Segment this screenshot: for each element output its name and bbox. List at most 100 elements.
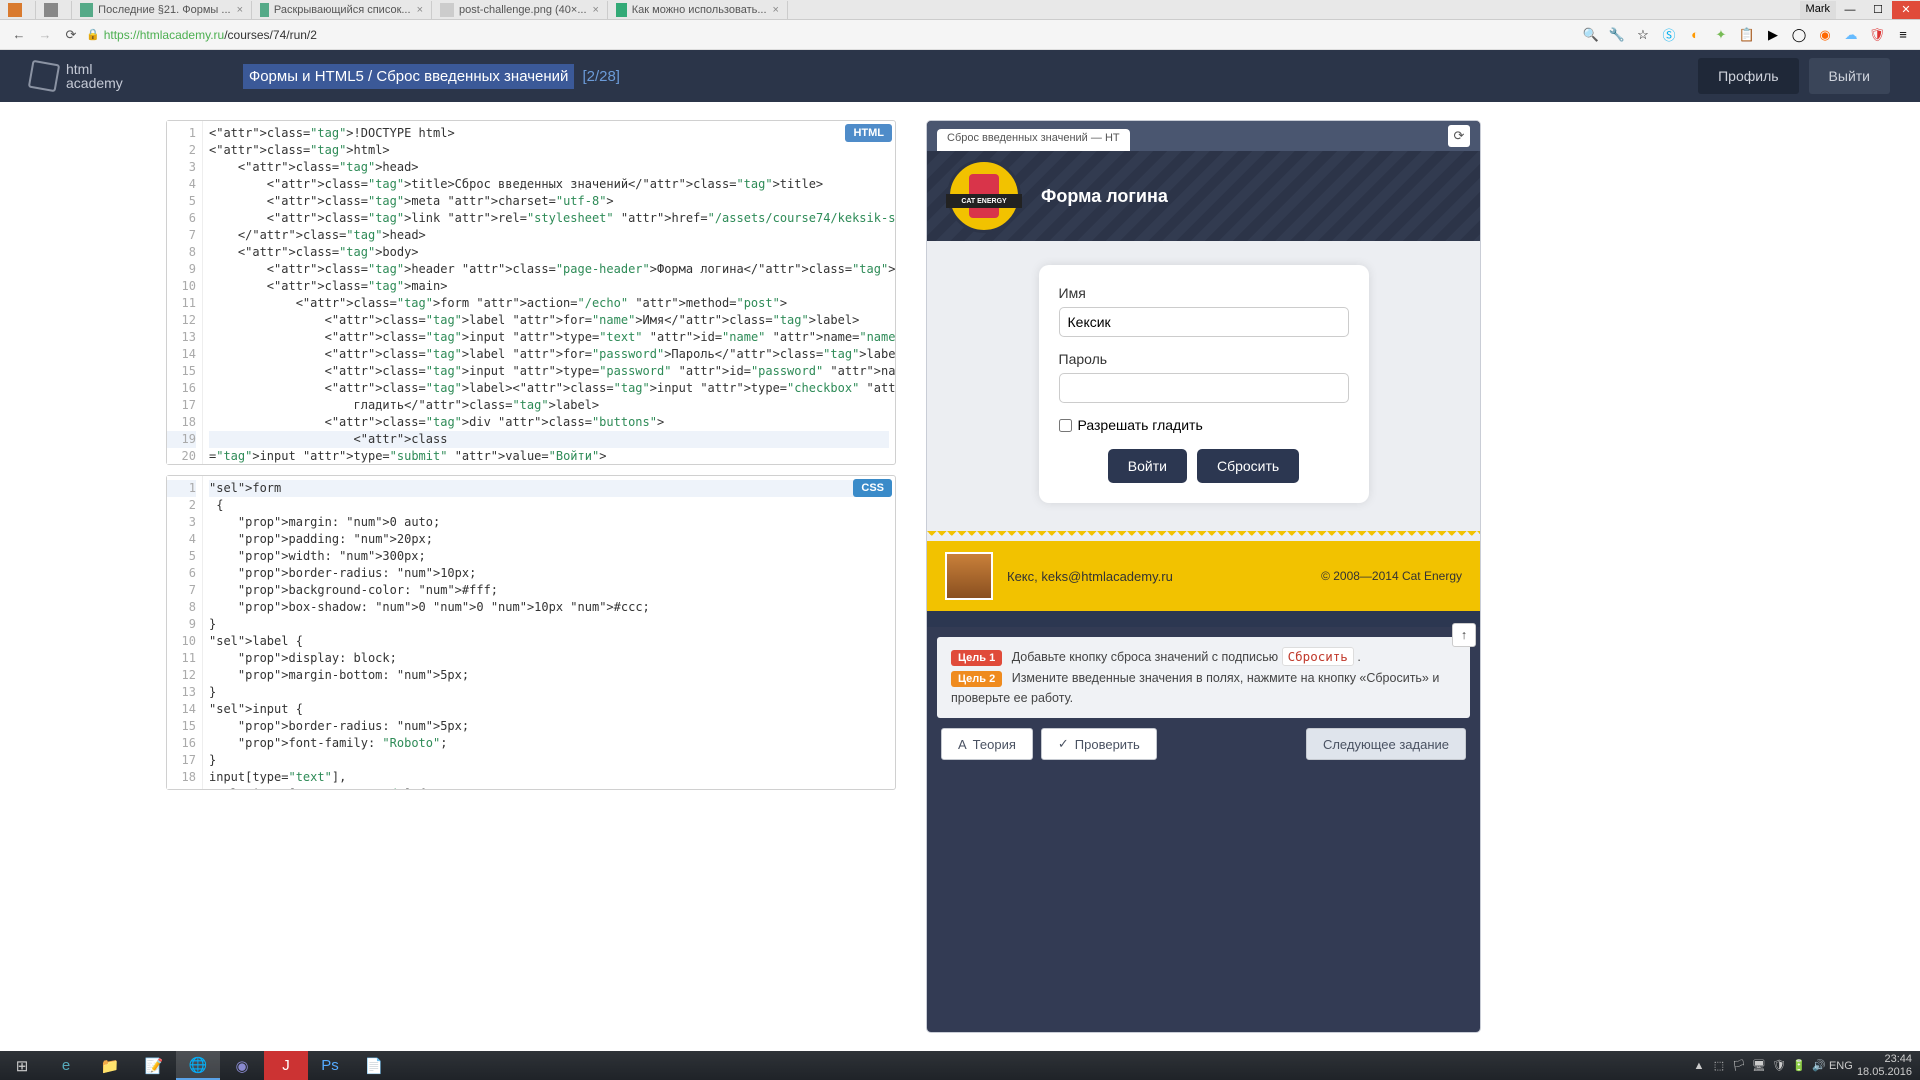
tray-icon[interactable]: 🖥	[1749, 1059, 1769, 1072]
avatar	[945, 552, 993, 600]
windows-taskbar: ⊞ e 📁 📝 🌐 ◉ J Ps 📄 ▲ ⬚ 🏳 🖥 🛡 🔋 🔊 ENG 23:…	[0, 1051, 1920, 1080]
preview-footer: Кекс, keks@htmlacademy.ru © 2008—2014 Ca…	[927, 541, 1480, 611]
password-input[interactable]	[1059, 373, 1349, 403]
window-minimize-button[interactable]: —	[1836, 1, 1864, 19]
skype-icon[interactable]: Ⓢ	[1660, 26, 1678, 44]
taskbar-app[interactable]: J	[264, 1051, 308, 1080]
preview-tab[interactable]: Сброс введенных значений — HT	[937, 129, 1130, 151]
extension-icon[interactable]: ◯	[1790, 26, 1808, 44]
goal-2-text: Измените введенные значения в полях, наж…	[951, 671, 1439, 706]
editor-badge-css: CSS	[853, 479, 892, 497]
action-bar: AТеория ✓Проверить Следующее задание	[927, 728, 1480, 770]
browser-address-bar: ← → ⟳ 🔒 https://htmlacademy.ru/courses/7…	[0, 20, 1920, 50]
main-area: HTML 12345678910111213141516171819202122…	[0, 102, 1920, 1051]
browser-tab[interactable]: Раскрывающийся список...×	[252, 1, 432, 19]
name-input[interactable]	[1059, 307, 1349, 337]
extension-icon[interactable]: ☁	[1842, 26, 1860, 44]
next-task-button[interactable]: Следующее задание	[1306, 728, 1466, 760]
theory-button[interactable]: AТеория	[941, 728, 1033, 760]
browser-tab[interactable]	[0, 1, 36, 19]
browser-tab[interactable]: Последние §21. Формы ...×	[72, 1, 252, 19]
close-icon[interactable]: ×	[593, 4, 599, 16]
extension-icon[interactable]: ✦	[1712, 26, 1730, 44]
translate-icon[interactable]: 🔧	[1608, 26, 1626, 44]
taskbar-app[interactable]: 📁	[88, 1051, 132, 1080]
close-icon[interactable]: ×	[237, 4, 243, 16]
check-icon: ✓	[1058, 736, 1069, 752]
goal-1-text: Добавьте кнопку сброса значений с подпис…	[1012, 650, 1282, 664]
extension-icon[interactable]: ◉	[1816, 26, 1834, 44]
check-button[interactable]: ✓Проверить	[1041, 728, 1157, 760]
allow-checkbox[interactable]	[1059, 419, 1072, 432]
goal-1-badge: Цель 1	[951, 650, 1002, 666]
preview-reload-button[interactable]: ⟳	[1448, 125, 1470, 147]
url-field[interactable]: 🔒 https://htmlacademy.ru/courses/74/run/…	[86, 28, 1572, 42]
forward-button[interactable]: →	[34, 24, 56, 46]
breadcrumb: Формы и HTML5 / Сброс введенных значений	[243, 64, 575, 89]
cat-energy-logo: CAT ENERGY	[947, 159, 1021, 233]
tray-icon[interactable]: ⬚	[1709, 1059, 1729, 1072]
menu-icon[interactable]: ≡	[1894, 26, 1912, 44]
name-label: Имя	[1059, 285, 1349, 301]
zoom-icon[interactable]: 🔍	[1582, 26, 1600, 44]
lock-icon: 🔒	[86, 28, 100, 41]
tray-up-icon[interactable]: ▲	[1689, 1060, 1709, 1072]
profile-button[interactable]: Профиль	[1698, 58, 1798, 94]
reset-button[interactable]: Сбросить	[1197, 449, 1299, 483]
editor-badge-html: HTML	[845, 124, 892, 142]
submit-button[interactable]: Войти	[1108, 449, 1187, 483]
css-editor[interactable]: CSS 123456789101112131415161718192021222…	[166, 475, 896, 790]
reload-button[interactable]: ⟳	[60, 24, 82, 46]
code-content[interactable]: "sel">form { "prop">margin: "num">0 auto…	[203, 476, 895, 789]
browser-tab[interactable]	[36, 1, 72, 19]
goal-1-code: Сбросить	[1282, 647, 1354, 666]
preview-panel: Сброс введенных значений — HT ⟳ CAT ENER…	[926, 120, 1481, 1033]
logout-button[interactable]: Выйти	[1809, 58, 1890, 94]
goal-2-badge: Цель 2	[951, 671, 1002, 687]
window-close-button[interactable]: ✕	[1892, 1, 1920, 19]
tray-icon[interactable]: 🔋	[1789, 1059, 1809, 1072]
taskbar-clock[interactable]: 23:44 18.05.2016	[1849, 1053, 1920, 1077]
html-editor[interactable]: HTML 12345678910111213141516171819202122…	[166, 120, 896, 465]
preview-header: CAT ENERGY Форма логина	[927, 151, 1480, 241]
logo[interactable]: htmlacademy	[30, 62, 123, 90]
taskbar-app[interactable]: 📝	[132, 1051, 176, 1080]
window-maximize-button[interactable]: ☐	[1864, 1, 1892, 19]
taskbar-photoshop[interactable]: Ps	[308, 1051, 352, 1080]
tray-icon[interactable]: 🛡	[1769, 1059, 1789, 1072]
back-button[interactable]: ←	[8, 24, 30, 46]
line-gutter: 123456789101112131415161718192021222324	[167, 121, 203, 464]
extension-icon[interactable]: ◐	[1686, 26, 1704, 44]
browser-tab[interactable]: Как можно использовать...×	[608, 1, 788, 19]
password-label: Пароль	[1059, 351, 1349, 367]
start-button[interactable]: ⊞	[0, 1051, 44, 1080]
line-gutter: 1234567891011121314151617181920212223	[167, 476, 203, 789]
footer-copy: © 2008—2014 Cat Energy	[1321, 569, 1462, 583]
footer-contact: Кекс, keks@htmlacademy.ru	[1007, 569, 1173, 584]
tray-icon[interactable]: 🏳	[1729, 1059, 1749, 1072]
scroll-up-button[interactable]: ↑	[1452, 623, 1476, 647]
tray-lang[interactable]: ENG	[1829, 1060, 1849, 1072]
star-icon[interactable]: ☆	[1634, 26, 1652, 44]
code-content[interactable]: <"attr">class="tag">!DOCTYPE html> <"att…	[203, 121, 895, 464]
extension-icon[interactable]: ▶	[1764, 26, 1782, 44]
taskbar-app[interactable]: 📄	[352, 1051, 396, 1080]
site-header: htmlacademy Формы и HTML5 / Сброс введен…	[0, 50, 1920, 102]
logo-icon	[28, 60, 60, 92]
taskbar-app[interactable]: e	[44, 1051, 88, 1080]
taskbar-chrome[interactable]: 🌐	[176, 1051, 220, 1080]
extension-icon[interactable]: 📋	[1738, 26, 1756, 44]
progress-count: [2/28]	[582, 68, 620, 85]
font-icon: A	[958, 737, 967, 752]
browser-tab[interactable]: post-challenge.png (40×...×	[432, 1, 608, 19]
browser-user[interactable]: Mark	[1800, 1, 1836, 19]
browser-tabs-bar: Последние §21. Формы ...× Раскрывающийся…	[0, 0, 1920, 20]
taskbar-app[interactable]: ◉	[220, 1051, 264, 1080]
adblock-icon[interactable]: 🛡	[1868, 26, 1886, 44]
close-icon[interactable]: ×	[773, 4, 779, 16]
checkbox-label: Разрешать гладить	[1078, 417, 1203, 433]
tray-sound-icon[interactable]: 🔊	[1809, 1059, 1829, 1072]
close-icon[interactable]: ×	[417, 4, 423, 16]
page-title: Форма логина	[1041, 186, 1168, 207]
login-form: Имя Пароль Разрешать гладить Войти Сброс…	[1039, 265, 1369, 503]
